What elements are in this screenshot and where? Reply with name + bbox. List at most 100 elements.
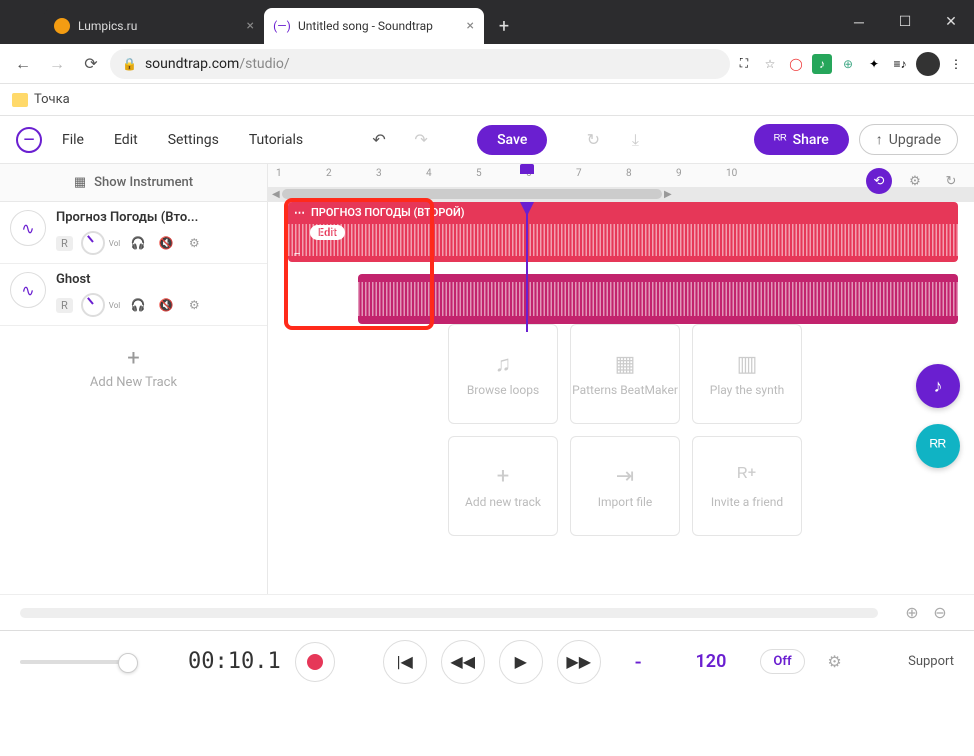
ext-icon-1[interactable]: ◯ — [786, 54, 806, 74]
record-arm-button[interactable]: R — [56, 236, 73, 251]
bpm-display[interactable]: 120 — [676, 651, 747, 672]
headphones-icon[interactable]: 🎧 — [128, 295, 148, 315]
undo-button[interactable]: ↶ — [363, 124, 395, 156]
close-icon[interactable]: × — [247, 18, 254, 34]
revert-button[interactable]: ↻ — [577, 124, 609, 156]
import-icon: ⇥ — [616, 464, 634, 489]
zoom-bar: ⊕ ⊖ — [0, 594, 974, 630]
download-button[interactable]: ⤓ — [619, 124, 651, 156]
play-button[interactable]: ▶ — [499, 640, 543, 684]
menu-tutorials[interactable]: Tutorials — [239, 126, 313, 154]
person-add-icon: ᴿ⁺ — [738, 463, 757, 489]
back-button[interactable]: ← — [8, 49, 38, 79]
zoom-out-icon[interactable]: ⊖ — [926, 599, 954, 627]
skip-start-button[interactable]: |◀ — [383, 640, 427, 684]
redo-button[interactable]: ↷ — [405, 124, 437, 156]
fx-icon[interactable]: ⚙ — [184, 295, 204, 315]
menu-file[interactable]: File — [52, 126, 94, 154]
time-display[interactable]: 00:10.1 — [188, 649, 281, 674]
transport-bar: 00:10.1 |◀ ◀◀ ▶ ▶▶ - 120 Off ⚙ Support — [0, 630, 974, 692]
show-instrument-toggle[interactable]: ▦ Show Instrument — [0, 164, 267, 202]
clips-area[interactable]: ⋯ ПРОГНОЗ ПОГОДЫ (ВТОРОЙ) Edit ⌐ — [268, 202, 974, 332]
sounds-fab[interactable]: ♪ — [916, 364, 960, 408]
app-logo[interactable]: — — [16, 127, 42, 153]
add-new-track-button[interactable]: + Add New Track — [0, 326, 267, 594]
headphones-icon[interactable]: 🎧 — [128, 233, 148, 253]
new-tab-button[interactable]: + — [490, 12, 518, 40]
track-row-2[interactable]: ∿ Ghost R Vol 🎧 🔇 ⚙ — [0, 264, 267, 326]
import-file-card[interactable]: ⇥Import file — [570, 436, 680, 536]
key-display[interactable]: - — [615, 650, 662, 674]
menu-icon[interactable]: ⋮ — [946, 54, 966, 74]
history-icon[interactable]: ↻ — [938, 168, 964, 194]
metronome-toggle[interactable]: Off — [760, 649, 804, 674]
ext-icon-2[interactable]: ♪ — [812, 54, 832, 74]
translate-icon[interactable]: ⛶ — [734, 54, 754, 74]
scroll-thumb[interactable] — [282, 189, 662, 199]
upgrade-button[interactable]: ↑ Upgrade — [859, 124, 958, 155]
tab-lumpics[interactable]: Lumpics.ru × — [44, 8, 264, 44]
audio-clip-2[interactable] — [358, 274, 958, 324]
scroll-right-icon[interactable]: ▶ — [664, 189, 672, 200]
master-volume-slider[interactable] — [20, 660, 130, 664]
save-button[interactable]: Save — [477, 125, 547, 155]
maximize-button[interactable]: ☐ — [882, 0, 928, 44]
timeline-ruler[interactable]: 1 2 3 4 5 6 7 8 9 10 ◀ ▶ ⟲ ⚙ ↻ — [268, 164, 974, 202]
close-window-button[interactable]: ✕ — [928, 0, 974, 44]
timeline[interactable]: 1 2 3 4 5 6 7 8 9 10 ◀ ▶ ⟲ ⚙ ↻ ⋯ — [268, 164, 974, 594]
patterns-card[interactable]: ▦Patterns BeatMaker — [570, 324, 680, 424]
url-domain: soundtrap.com — [145, 56, 239, 72]
forward-button[interactable]: → — [42, 49, 72, 79]
playhead[interactable] — [526, 202, 528, 332]
ext-icon-3[interactable]: ⊕ — [838, 54, 858, 74]
volume-knob[interactable] — [81, 231, 105, 255]
upload-icon: ↑ — [876, 131, 883, 148]
menu-settings[interactable]: Settings — [158, 126, 229, 154]
folder-icon — [12, 93, 28, 107]
invite-friend-card[interactable]: ᴿ⁺Invite a friend — [692, 436, 802, 536]
play-synth-card[interactable]: ▥Play the synth — [692, 324, 802, 424]
waveform — [288, 224, 958, 256]
mute-icon[interactable]: 🔇 — [156, 233, 176, 253]
loop-button[interactable]: ⟲ — [866, 168, 892, 194]
clip-menu-icon[interactable]: ⋯ — [294, 206, 305, 219]
minimize-button[interactable]: ─ — [836, 0, 882, 44]
browse-loops-card[interactable]: ♫Browse loops — [448, 324, 558, 424]
support-link[interactable]: Support — [908, 654, 954, 669]
clip-handle-icon[interactable]: ⌐ — [294, 247, 300, 260]
avatar[interactable] — [916, 52, 940, 76]
close-icon[interactable]: × — [467, 18, 474, 34]
browser-titlebar: Lumpics.ru × (—) Untitled song - Soundtr… — [0, 0, 974, 44]
tab-title: Untitled song - Soundtrap — [298, 19, 433, 33]
zoom-in-icon[interactable]: ⊕ — [898, 599, 926, 627]
horizontal-scrollbar[interactable] — [20, 608, 878, 618]
settings-icon[interactable]: ⚙ — [902, 168, 928, 194]
extensions-icon[interactable]: ✦ — [864, 54, 884, 74]
record-arm-button[interactable]: R — [56, 298, 73, 313]
bookmark-item[interactable]: Точка — [34, 92, 70, 107]
reload-button[interactable]: ⟳ — [76, 49, 106, 79]
track-row-1[interactable]: ∿ Прогноз Погоды (Вто... R Vol 🎧 🔇 ⚙ — [0, 202, 267, 264]
collaborate-fab[interactable]: ᴿᴿ — [916, 424, 960, 468]
rewind-button[interactable]: ◀◀ — [441, 640, 485, 684]
fx-icon[interactable]: ⚙ — [184, 233, 204, 253]
scroll-left-icon[interactable]: ◀ — [272, 189, 280, 200]
playlist-icon[interactable]: ≡♪ — [890, 54, 910, 74]
main-area: ▦ Show Instrument ∿ Прогноз Погоды (Вто.… — [0, 164, 974, 594]
star-icon[interactable]: ☆ — [760, 54, 780, 74]
url-field[interactable]: 🔒 soundtrap.com/studio/ — [110, 49, 730, 79]
mute-icon[interactable]: 🔇 — [156, 295, 176, 315]
plus-icon: + — [497, 464, 509, 489]
forward-button[interactable]: ▶▶ — [557, 640, 601, 684]
tab-title: Lumpics.ru — [78, 19, 137, 33]
volume-knob[interactable] — [81, 293, 105, 317]
plus-icon: + — [127, 346, 139, 371]
add-track-card[interactable]: +Add new track — [448, 436, 558, 536]
menu-edit[interactable]: Edit — [104, 126, 148, 154]
audio-clip-1[interactable]: ⋯ ПРОГНОЗ ПОГОДЫ (ВТОРОЙ) Edit ⌐ — [288, 202, 958, 262]
tab-soundtrap[interactable]: (—) Untitled song - Soundtrap × — [264, 8, 484, 44]
transport-settings-icon[interactable]: ⚙ — [819, 646, 851, 678]
piano-icon: ▥ — [737, 352, 758, 377]
record-button[interactable] — [295, 642, 335, 682]
share-button[interactable]: ᴿᴿ Share — [754, 124, 849, 155]
